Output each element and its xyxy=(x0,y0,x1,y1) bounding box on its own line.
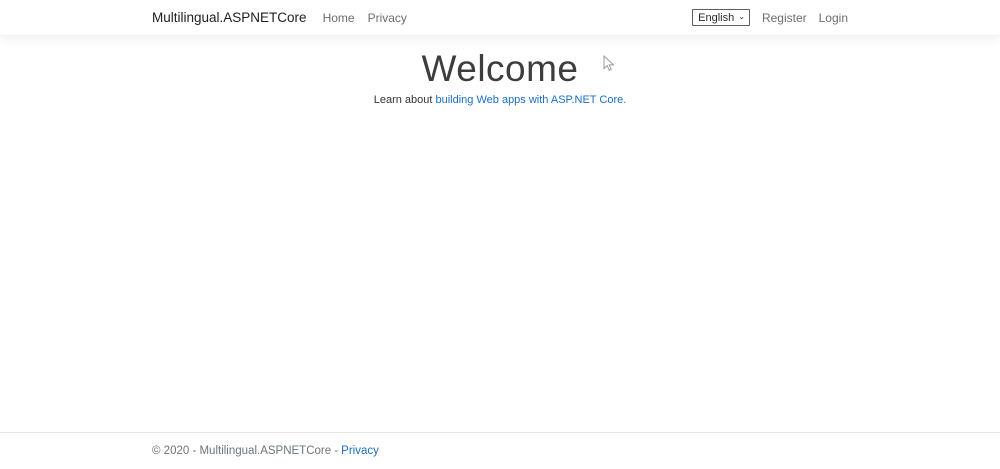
main-content: Welcome Learn about building Web apps wi… xyxy=(0,37,1000,432)
nav-link-login[interactable]: Login xyxy=(819,11,848,25)
copyright-text: © 2020 - Multilingual.ASPNETCore - xyxy=(152,445,339,457)
nav-link-home[interactable]: Home xyxy=(323,11,355,25)
footer: © 2020 - Multilingual.ASPNETCore - Priva… xyxy=(0,432,1000,469)
page-title: Welcome xyxy=(421,48,579,89)
language-select-value: English xyxy=(698,11,735,24)
navbar-container: Multilingual.ASPNETCore Home Privacy Eng… xyxy=(152,0,848,35)
intro-text: Learn about building Web apps with ASP.N… xyxy=(0,94,1000,106)
intro-text-prefix: Learn about xyxy=(373,94,436,107)
chevron-down-icon: ⌄ xyxy=(738,11,745,21)
language-select[interactable]: English ⌄ xyxy=(692,9,750,26)
navbar: Multilingual.ASPNETCore Home Privacy Eng… xyxy=(0,0,1000,36)
footer-privacy-link[interactable]: Privacy xyxy=(341,445,379,457)
footer-container: © 2020 - Multilingual.ASPNETCore - Priva… xyxy=(152,433,848,469)
docs-link[interactable]: building Web apps with ASP.NET Core. xyxy=(436,94,627,106)
nav-link-register[interactable]: Register xyxy=(762,11,807,25)
nav-link-privacy[interactable]: Privacy xyxy=(368,11,407,25)
brand-link[interactable]: Multilingual.ASPNETCore xyxy=(152,10,307,25)
navbar-right: English ⌄ Register Login xyxy=(692,9,848,26)
main-nav: Home Privacy xyxy=(323,11,407,25)
